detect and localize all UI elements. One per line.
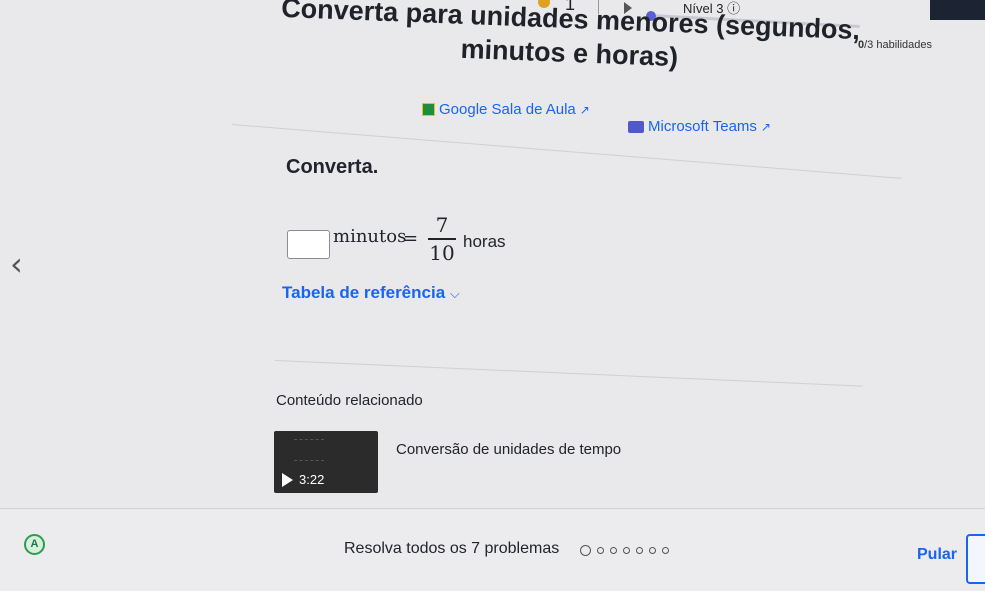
microsoft-teams-label: Microsoft Teams	[648, 118, 757, 135]
problem-dot	[662, 547, 669, 554]
problem-prompt: Converta.	[286, 156, 379, 178]
problem-progress-dots	[580, 545, 669, 556]
google-classroom-link[interactable]: Google Sala de Aula ↗	[422, 101, 590, 118]
unit-right: horas	[463, 232, 506, 251]
video-title-link[interactable]: Conversão de unidades de tempo	[396, 441, 621, 458]
external-link-icon: ↗	[579, 102, 590, 117]
fraction-numerator: 7	[435, 213, 449, 237]
google-classroom-icon	[422, 103, 435, 116]
problem-dot	[636, 547, 643, 554]
google-classroom-label: Google Sala de Aula	[439, 101, 576, 118]
problem-dot	[623, 547, 630, 554]
related-heading: Conteúdo relacionado	[276, 392, 423, 409]
footer-divider	[0, 508, 985, 509]
microsoft-teams-link[interactable]: Microsoft Teams ↗	[628, 118, 771, 135]
video-thumbnail[interactable]: 3:22	[274, 431, 378, 493]
problem-dot-current	[580, 545, 591, 556]
reference-table-label: Tabela de referência	[282, 283, 446, 302]
page-title: Converta para unidades menores (segundos…	[280, 0, 861, 73]
fraction-bar	[428, 238, 456, 240]
solve-instructions: Resolva todos os 7 problemas	[344, 540, 560, 557]
fraction-denominator: 10	[429, 241, 455, 265]
window-corner	[930, 0, 985, 20]
external-link-icon: ↗	[760, 119, 771, 134]
skip-button[interactable]: Pular	[917, 546, 957, 564]
problem-dot	[610, 547, 617, 554]
problem-dot	[597, 547, 604, 554]
microsoft-teams-icon	[628, 120, 644, 133]
problem-dot	[649, 547, 656, 554]
check-button[interactable]	[966, 534, 985, 584]
chevron-down-icon: ⌵	[449, 286, 460, 301]
video-preview-lines	[294, 439, 324, 461]
video-duration-label: 3:22	[299, 472, 325, 487]
chevron-left-icon[interactable]: ‹	[10, 245, 23, 283]
avatar[interactable]: A	[24, 534, 45, 555]
equals-sign: =	[403, 228, 419, 249]
play-icon	[282, 472, 293, 487]
unit-left: minutos	[333, 226, 407, 247]
fraction: 7 10	[428, 213, 456, 265]
answer-input[interactable]	[287, 230, 330, 259]
video-duration: 3:22	[282, 472, 324, 487]
divider	[274, 360, 863, 387]
reference-table-toggle[interactable]: Tabela de referência ⌵	[282, 283, 460, 303]
